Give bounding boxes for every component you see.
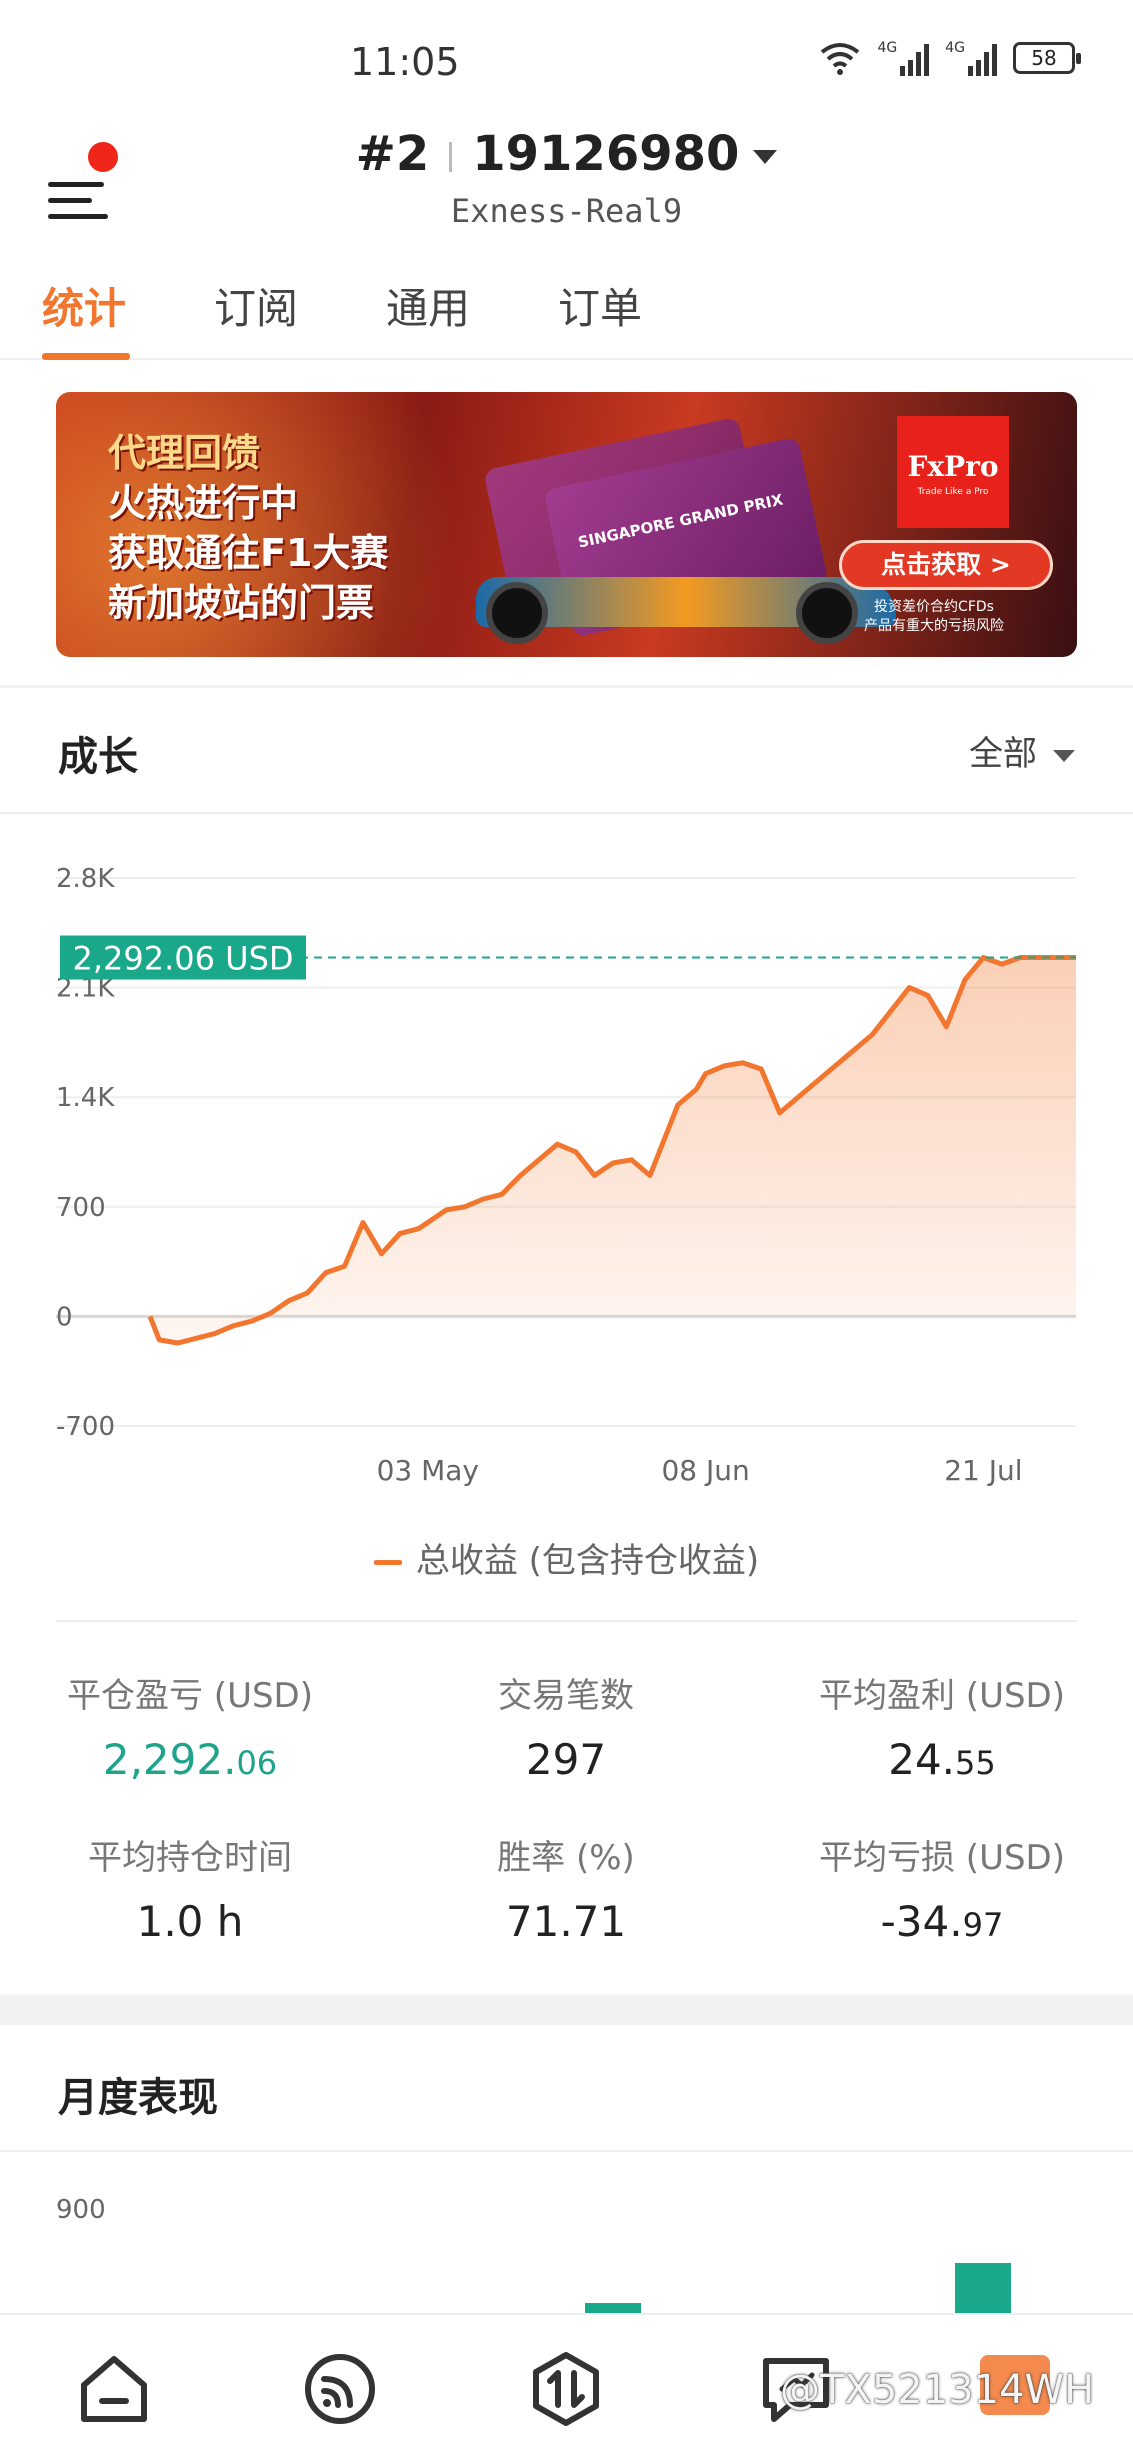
stat-label: 平均持仓时间 [88, 1838, 292, 1878]
y-tick-label: 700 [56, 1193, 106, 1223]
tab-stats[interactable]: 统计 [42, 275, 126, 336]
cell-signal-icon-1: 4G [877, 40, 930, 76]
stat-label: 平仓盈亏 (USD) [67, 1676, 313, 1716]
x-tick-label: 08 Jun [661, 1454, 749, 1487]
battery-icon: 58 [1013, 42, 1081, 74]
stats-divider [56, 1620, 1077, 1622]
monthly-title: 月度表现 [58, 2075, 218, 2121]
growth-title: 成长 [58, 734, 138, 780]
signal-icon[interactable] [300, 2349, 380, 2429]
stat-value: 297 [525, 1735, 607, 1784]
wifi-icon [821, 43, 860, 75]
chart-legend: 总收益 (包含持仓收益) [0, 1533, 1133, 1582]
stat-item: 平均持仓时间 1.0 h [20, 1830, 360, 1946]
tab-subscribe[interactable]: 订阅 [214, 275, 298, 336]
tab-active-indicator [42, 353, 130, 360]
chevron-down-icon [1053, 749, 1075, 762]
stat-item: 胜率 (%) 71.71 [396, 1830, 736, 1946]
stat-value: 24.55 [888, 1735, 996, 1784]
watermark: @TX521314WH [780, 2367, 1095, 2413]
monthly-bar [955, 2263, 1011, 2315]
banner-risk-warning: 投资差价合约CFDs 产品有重大的亏损风险 [864, 599, 1004, 634]
section-divider [0, 812, 1133, 814]
y-tick-label: 2.8K [56, 864, 115, 894]
stat-label: 平均亏损 (USD) [819, 1838, 1065, 1878]
home-icon[interactable] [74, 2349, 154, 2429]
car-wheel [486, 582, 548, 644]
section-divider [0, 2150, 1133, 2152]
stat-label: 交易笔数 [498, 1676, 634, 1716]
legend-label: 总收益 (包含持仓收益) [415, 1541, 760, 1581]
account-selector[interactable]: #2 19126980 [0, 126, 1133, 182]
growth-filter-dropdown[interactable]: 全部 [969, 726, 1075, 775]
x-tick-label: 03 May [377, 1454, 479, 1487]
stat-item: 平仓盈亏 (USD) 2,292.06 [20, 1668, 360, 1784]
monthly-y-tick: 900 [56, 2195, 106, 2225]
stat-value: -34.97 [880, 1897, 1004, 1946]
status-icons: 4G 4G 58 [819, 40, 1081, 76]
stat-label: 胜率 (%) [497, 1838, 635, 1878]
cell-signal-icon-2: 4G [945, 40, 997, 76]
tab-bar: 统计 订阅 通用 订单 [0, 265, 1133, 360]
account-server: Exness-Real9 [450, 192, 683, 230]
section-divider [0, 1995, 1133, 2025]
legend-swatch [373, 1560, 402, 1565]
banner-headline: 代理回馈 火热进行中 获取通往F1大赛 新加坡站的门票 [108, 431, 389, 625]
stat-item: 平均盈利 (USD) 24.55 [772, 1668, 1112, 1784]
account-number: 19126980 [472, 126, 740, 182]
fxpro-logo: FxPro Trade Like a Pro [897, 416, 1009, 528]
growth-chart: 2.8K2.1K1.4K7000-70003 May 08 Jun 21 Jul2,… [56, 864, 1076, 1487]
stat-value: 71.71 [505, 1897, 627, 1946]
x-tick-label: 21 Jul [944, 1454, 1022, 1487]
stat-item: 平均亏损 (USD) -34.97 [772, 1830, 1112, 1946]
chevron-down-icon [753, 150, 778, 164]
stat-label: 平均盈利 (USD) [819, 1676, 1065, 1716]
trade-icon[interactable] [526, 2349, 606, 2429]
section-divider [0, 685, 1133, 688]
app-header: #2 19126980 Exness-Real9 [0, 120, 1133, 230]
bottom-nav: @TX521314WH [0, 2313, 1133, 2453]
current-value-label: 2,292.06 USD [72, 940, 293, 978]
account-rank: #2 [355, 126, 430, 182]
promo-banner[interactable]: 代理回馈 火热进行中 获取通往F1大赛 新加坡站的门票 SINGAPORE GR… [56, 392, 1077, 657]
tab-general[interactable]: 通用 [386, 275, 470, 336]
y-tick-label: -700 [56, 1412, 115, 1442]
stat-item: 交易笔数 297 [396, 1668, 736, 1784]
status-time: 11:05 [350, 40, 460, 84]
banner-cta-button[interactable]: 点击获取 > [839, 540, 1053, 590]
tab-orders[interactable]: 订单 [558, 275, 642, 336]
stat-value: 1.0 h [136, 1897, 244, 1946]
status-bar: 11:05 4G 4G 58 [0, 0, 1133, 120]
y-tick-label: 1.4K [56, 1083, 115, 1113]
y-tick-label: 0 [56, 1302, 73, 1332]
stat-value: 2,292.06 [102, 1735, 278, 1784]
